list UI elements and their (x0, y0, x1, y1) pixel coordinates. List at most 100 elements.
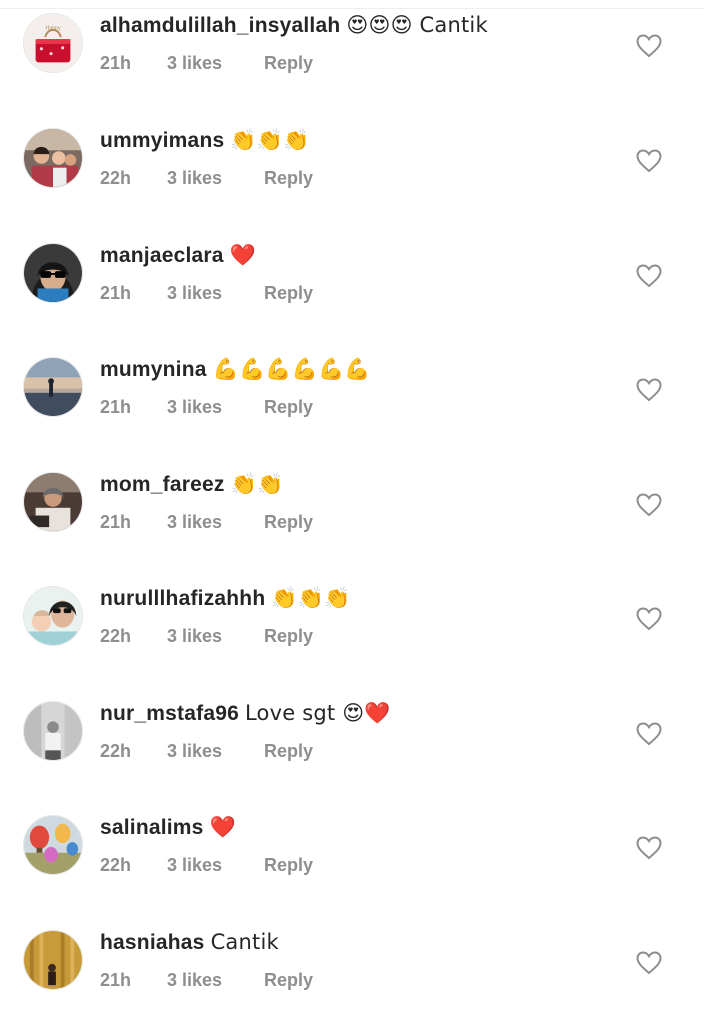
comment-username[interactable]: manjaeclara (100, 244, 224, 267)
comment-username[interactable]: mumynina (100, 358, 207, 381)
comment-likes-count[interactable]: 3 likes (167, 52, 259, 74)
comment-time: 21h (100, 970, 132, 990)
beach-sunset-avatar-icon (24, 358, 82, 416)
comment-meta: 21h 3 likes Reply (100, 52, 620, 74)
golden-curtain-avatar-icon (24, 931, 82, 989)
comment-body: ummyimans 👏👏👏 22h 3 likes Reply (100, 126, 620, 189)
comment-body: salinalims ❤️ 22h 3 likes Reply (100, 813, 620, 876)
comment-meta: 21h 3 likes Reply (100, 969, 620, 991)
comment-text: 👏👏👏 (230, 128, 310, 152)
comment-item: nurulllhafizahhh 👏👏👏 22h 3 likes Reply (0, 573, 704, 687)
reply-button[interactable]: Reply (264, 52, 313, 74)
comment-item: ummyimans 👏👏👏 22h 3 likes Reply (0, 115, 704, 229)
comment-likes-count[interactable]: 3 likes (167, 511, 259, 533)
like-button[interactable] (636, 722, 666, 750)
heart-outline-icon (636, 34, 662, 58)
comment-time: 22h (100, 741, 132, 761)
like-button[interactable] (636, 607, 666, 635)
comment-text: 💪💪💪💪💪💪 (212, 357, 371, 381)
heart-outline-icon (636, 836, 662, 860)
comment-time: 21h (100, 512, 132, 532)
reply-button[interactable]: Reply (264, 282, 313, 304)
like-button[interactable] (636, 149, 666, 177)
indoor-photo-avatar-icon (24, 473, 82, 531)
comment-likes-count[interactable]: 3 likes (167, 396, 259, 418)
comment-likes-count[interactable]: 3 likes (167, 625, 259, 647)
like-button[interactable] (636, 34, 666, 62)
avatar[interactable] (23, 701, 83, 761)
heart-outline-icon (636, 378, 662, 402)
heart-outline-icon (636, 264, 662, 288)
avatar[interactable] (23, 815, 83, 875)
reply-button[interactable]: Reply (264, 625, 313, 647)
comment-time: 21h (100, 397, 132, 417)
comment-username[interactable]: mom_fareez (100, 473, 225, 496)
like-button[interactable] (636, 951, 666, 979)
avatar[interactable] (23, 243, 83, 303)
comment-username[interactable]: nur_mstafa96 (100, 702, 239, 725)
comment-time: 22h (100, 168, 132, 188)
comment-meta: 21h 3 likes Reply (100, 282, 620, 304)
comment-body: mom_fareez 👏👏 21h 3 likes Reply (100, 470, 620, 533)
comment-meta: 21h 3 likes Reply (100, 511, 620, 533)
comment-username[interactable]: salinalims (100, 816, 204, 839)
comment-likes-count[interactable]: 3 likes (167, 167, 259, 189)
like-button[interactable] (636, 378, 666, 406)
comment-text: ❤️ (209, 815, 236, 839)
reply-button[interactable]: Reply (264, 969, 313, 991)
comment-text: ❤️ (229, 243, 257, 267)
comment-item: hasniahas Cantik 21h 3 likes Reply (0, 917, 704, 1031)
avatar[interactable]: Happy (23, 13, 83, 73)
reply-button[interactable]: Reply (264, 740, 313, 762)
comment-text: 👏👏👏 (271, 586, 351, 610)
reply-button[interactable]: Reply (264, 396, 313, 418)
hot-air-balloons-avatar-icon (24, 816, 82, 874)
comment-likes-count[interactable]: 3 likes (167, 854, 259, 876)
comment-text: Love sgt 😍❤️ (245, 701, 391, 725)
like-button[interactable] (636, 836, 666, 864)
comment-body: hasniahas Cantik 21h 3 likes Reply (100, 928, 620, 991)
comment-username[interactable]: ummyimans (100, 129, 224, 152)
comment-likes-count[interactable]: 3 likes (167, 282, 259, 304)
comment-likes-count[interactable]: 3 likes (167, 740, 259, 762)
reply-button[interactable]: Reply (264, 167, 313, 189)
heart-outline-icon (636, 149, 662, 173)
heart-outline-icon (636, 493, 662, 517)
avatar[interactable] (23, 128, 83, 188)
avatar[interactable] (23, 357, 83, 417)
avatar[interactable] (23, 930, 83, 990)
comment-likes-count[interactable]: 3 likes (167, 969, 259, 991)
comment-text: 😍😍😍 Cantik (346, 13, 488, 37)
family-selfie-avatar-icon (24, 129, 82, 187)
comment-body: mumynina 💪💪💪💪💪💪 21h 3 likes Reply (100, 355, 620, 418)
comment-text: 👏👏 (230, 472, 284, 496)
comment-meta: 22h 3 likes Reply (100, 740, 620, 762)
comment-item: nur_mstafa96 Love sgt 😍❤️ 22h 3 likes Re… (0, 688, 704, 802)
comment-time: 21h (100, 53, 132, 73)
like-button[interactable] (636, 493, 666, 521)
comment-username[interactable]: nurulllhafizahhh (100, 587, 265, 610)
comment-meta: 21h 3 likes Reply (100, 396, 620, 418)
avatar[interactable] (23, 586, 83, 646)
comment-item: manjaeclara ❤️ 21h 3 likes Reply (0, 230, 704, 344)
sunglasses-hijab-avatar-icon (24, 244, 82, 302)
reply-button[interactable]: Reply (264, 854, 313, 876)
comment-time: 22h (100, 626, 132, 646)
comment-item: mumynina 💪💪💪💪💪💪 21h 3 likes Reply (0, 344, 704, 458)
comment-meta: 22h 3 likes Reply (100, 625, 620, 647)
comment-item: Happy alhamdulillah_insyallah 😍😍😍 Cantik… (0, 0, 704, 114)
bw-photo-avatar-icon (24, 702, 82, 760)
comment-time: 21h (100, 283, 132, 303)
like-button[interactable] (636, 264, 666, 292)
red-cake-avatar-icon: Happy (24, 14, 82, 72)
comment-time: 22h (100, 855, 132, 875)
svg-text:Happy: Happy (45, 25, 61, 31)
avatar[interactable] (23, 472, 83, 532)
heart-outline-icon (636, 607, 662, 631)
heart-outline-icon (636, 951, 662, 975)
comment-meta: 22h 3 likes Reply (100, 854, 620, 876)
heart-outline-icon (636, 722, 662, 746)
comment-username[interactable]: alhamdulillah_insyallah (100, 14, 340, 37)
reply-button[interactable]: Reply (264, 511, 313, 533)
comment-username[interactable]: hasniahas (100, 931, 205, 954)
